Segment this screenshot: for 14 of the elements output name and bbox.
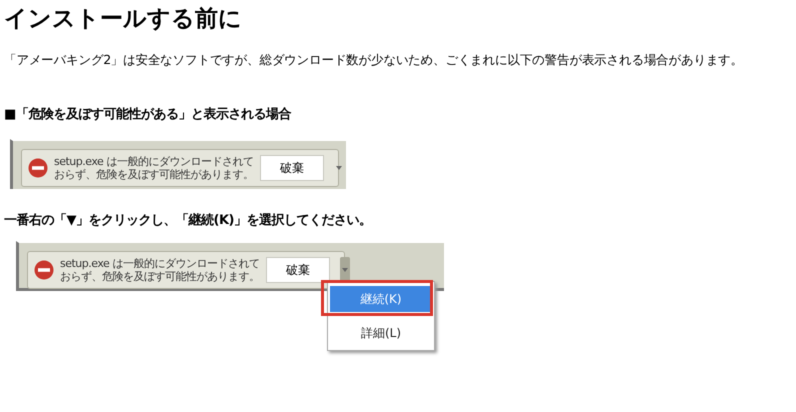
caret-icon [336, 166, 342, 170]
warning-message: setup.exe は一般的にダウンロードされておらず、危険を及ぼす可能性があります。 [60, 257, 260, 283]
warning-message: setup.exe は一般的にダウンロードされておらず、危険を及ぼす可能性があります。 [54, 155, 254, 181]
discard-button[interactable]: 破棄 [260, 155, 324, 181]
menu-item[interactable]: 詳細(L) [330, 320, 432, 346]
intro-text: 「アメーバキング2」は安全なソフトですが、総ダウンロード数が少ないため、ごくまれに以下の警告が表示される場合があります。 [4, 52, 744, 69]
section-heading: ■「危険を及ぼす可能性がある」と表示される場合 [4, 106, 292, 123]
caret-icon [342, 268, 348, 272]
blocked-icon [28, 158, 48, 178]
blocked-icon [34, 260, 54, 280]
menu-item[interactable]: 継続(K) [330, 286, 432, 312]
discard-button[interactable]: 破棄 [266, 257, 330, 283]
instruction-text: 一番右の「▼」をクリックし、「継続(K)」を選択してください。 [4, 212, 372, 229]
page-title: インストールする前に [4, 5, 243, 34]
